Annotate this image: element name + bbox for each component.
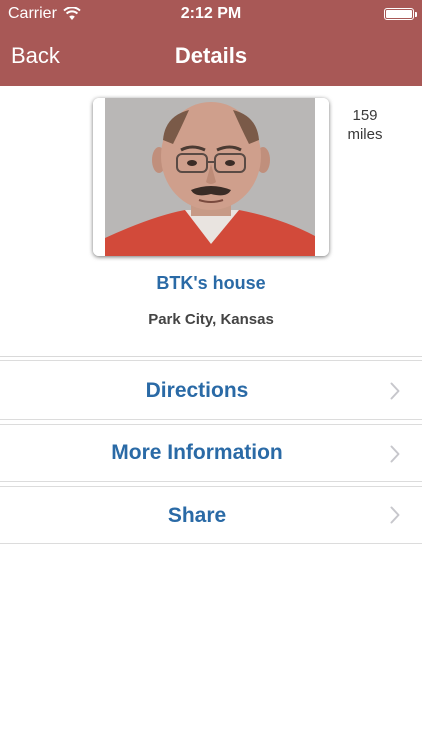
place-name: BTK's house — [156, 273, 266, 293]
share-row[interactable]: Share — [0, 486, 422, 544]
chevron-right-icon — [390, 506, 400, 524]
header-bar: Carrier 2:12 PM Back Details — [0, 0, 422, 86]
place-detail-card: 159 miles BTK's house Park City, Kansas — [0, 86, 422, 358]
section-divider — [0, 356, 422, 357]
distance-unit: miles — [347, 126, 383, 143]
place-photo — [93, 98, 329, 256]
status-time: 2:12 PM — [180, 5, 242, 22]
directions-label: Directions — [145, 379, 249, 402]
status-bar: Carrier 2:12 PM — [0, 0, 422, 30]
mugshot-image — [93, 98, 329, 256]
navigation-bar: Back Details — [0, 30, 422, 86]
more-information-label: More Information — [111, 441, 283, 464]
page-title: Details — [174, 43, 248, 68]
distance-indicator: 159 miles — [334, 106, 396, 144]
more-information-row[interactable]: More Information — [0, 424, 422, 482]
chevron-right-icon — [390, 445, 400, 463]
battery-icon — [384, 8, 417, 20]
place-location: Park City, Kansas — [148, 311, 274, 328]
battery-level — [386, 10, 412, 18]
distance-value: 159 — [352, 107, 378, 124]
chevron-right-icon — [390, 382, 400, 400]
share-label: Share — [167, 504, 227, 527]
directions-row[interactable]: Directions — [0, 360, 422, 420]
